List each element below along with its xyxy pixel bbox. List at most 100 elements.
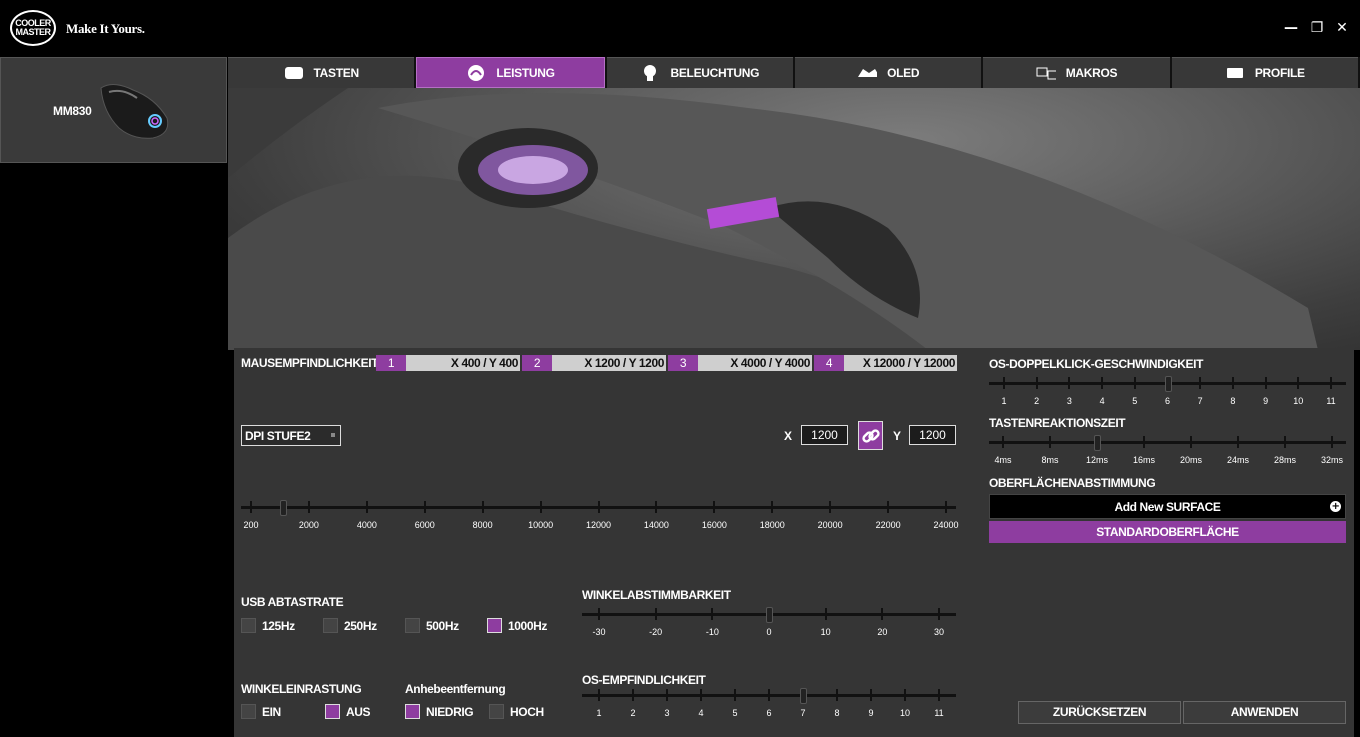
angle-snap-on-checkbox[interactable]: EIN (241, 704, 281, 719)
slider-thumb[interactable] (766, 607, 773, 623)
usb-1000hz-checkbox[interactable]: 1000Hz (487, 618, 547, 633)
slider-tick (666, 689, 668, 701)
slider-tick (1331, 436, 1333, 448)
dpi-stage-value: X 4000 / Y 4000 (730, 356, 810, 370)
dpi-slider[interactable]: 200 2000 4000 6000 8000 10000 12000 14000 16000 1… (241, 500, 959, 535)
reset-button[interactable]: ZURÜCKSETZEN (1018, 701, 1181, 724)
slider-tick-label: 2000 (298, 520, 319, 530)
slider-tick (423, 501, 426, 513)
response-time-slider[interactable]: 4ms 8ms 12ms 16ms 20ms 24ms 28ms 32ms (989, 435, 1346, 470)
restore-icon[interactable]: ❐ (1308, 19, 1326, 37)
dpi-y-input[interactable]: 1200 (909, 425, 956, 445)
tab-leistung[interactable]: LEISTUNG (416, 57, 605, 88)
angle-tuning-slider[interactable]: -30 -20 -10 0 10 20 30 (582, 607, 956, 642)
lighting-icon (640, 65, 660, 81)
slider-tick (771, 501, 774, 513)
tab-beleuchtung[interactable]: BELEUCHTUNG (606, 57, 793, 88)
close-icon[interactable]: ✕ (1333, 19, 1351, 37)
angle-snap-title: WINKELEINRASTUNG (241, 682, 362, 696)
checkbox-label: HOCH (510, 704, 544, 719)
checkbox-label: NIEDRIG (426, 704, 474, 719)
dpi-stage-1[interactable]: 1 X 400 / Y 400 (376, 355, 520, 371)
slider-tick-label: 1 (1001, 396, 1007, 406)
slider-tick (597, 501, 600, 513)
slider-tick (836, 689, 838, 701)
slider-tick (870, 689, 872, 701)
slider-tick (734, 689, 736, 701)
x-label: X (784, 429, 792, 443)
slider-thumb[interactable] (1164, 376, 1172, 392)
slider-thumb[interactable] (1094, 435, 1101, 451)
lift-off-low-checkbox[interactable]: NIEDRIG (405, 704, 474, 719)
slider-tick-label: 28ms (1273, 455, 1297, 465)
slider-tick-label: 10 (820, 627, 831, 637)
dpi-stage-3[interactable]: 3 X 4000 / Y 4000 (668, 355, 812, 371)
dpi-stage-4[interactable]: 4 X 12000 / Y 12000 (814, 355, 957, 371)
double-click-slider[interactable]: 1 2 3 4 5 6 7 8 9 10 11 (989, 376, 1346, 411)
slider-tick-label: 20 (877, 627, 888, 637)
slider-tick-label: 12000 (585, 520, 612, 530)
title-bar: COOLER MASTER Make It Yours. — ❐ ✕ (0, 0, 1360, 57)
tab-makros[interactable]: MAKROS (983, 57, 1170, 88)
tab-tasten[interactable]: TASTEN (228, 57, 415, 88)
slider-tick (1231, 377, 1234, 389)
performance-icon (466, 64, 486, 81)
slider-tick-label: 4ms (994, 455, 1012, 465)
lift-off-high-checkbox[interactable]: HOCH (489, 704, 544, 719)
slider-thumb[interactable] (800, 688, 807, 704)
angle-snap-off-checkbox[interactable]: AUS (325, 704, 371, 719)
slider-tick (1330, 377, 1332, 389)
slider-tick-label: 5 (1132, 396, 1138, 406)
mouse-hero-image (228, 88, 1360, 350)
slider-thumb[interactable] (280, 500, 288, 516)
dpi-x-input[interactable]: 1200 (801, 425, 848, 445)
dpi-stage-value: X 1200 / Y 1200 (584, 356, 664, 370)
slider-tick-label: 9 (1263, 396, 1269, 406)
slider-tick-label: 11 (1326, 396, 1336, 406)
tab-label: OLED (887, 66, 920, 80)
slider-tick-label: 7 (1197, 396, 1203, 406)
checkbox-label: EIN (262, 704, 281, 719)
device-card-mm830[interactable]: MM830 (0, 57, 227, 163)
slider-tick (632, 689, 634, 701)
slider-tick (598, 608, 600, 620)
default-surface-item[interactable]: STANDARDOBERFLÄCHE (989, 521, 1346, 543)
slider-tick-label: 2 (630, 708, 636, 718)
tagline: Make It Yours. (66, 21, 145, 36)
dpi-stage-2[interactable]: 2 X 1200 / Y 1200 (522, 355, 666, 371)
keyboard-icon (284, 65, 304, 81)
link-xy-button[interactable] (858, 421, 883, 450)
slider-tick (1143, 436, 1145, 448)
tab-oled[interactable]: OLED (794, 57, 982, 88)
checkbox-box (241, 618, 256, 633)
os-sensitivity-slider[interactable]: 1 2 3 4 5 6 7 8 9 10 11 (582, 688, 956, 723)
dropdown-arrow-icon (331, 433, 335, 437)
response-time-title: TASTENREAKTIONSZEIT (989, 416, 1126, 430)
minimize-icon[interactable]: — (1282, 19, 1300, 37)
dpi-stage-value: X 12000 / Y 12000 (862, 356, 956, 370)
slider-tick (945, 501, 947, 513)
usb-125hz-checkbox[interactable]: 125Hz (241, 618, 295, 633)
add-surface-button[interactable]: Add New SURFACE + (989, 494, 1346, 519)
usb-500hz-checkbox[interactable]: 500Hz (405, 618, 459, 633)
dpi-stage-select[interactable]: DPI STUFE2 (241, 425, 341, 446)
slider-tick (1002, 436, 1004, 448)
checkbox-label: AUS (346, 704, 371, 719)
checkbox-label: 500Hz (426, 618, 459, 633)
slider-tick-label: 5 (732, 708, 738, 718)
tab-profile[interactable]: PROFILE (1171, 57, 1358, 88)
usb-title: USB ABTASTRATE (241, 595, 344, 609)
usb-250hz-checkbox[interactable]: 250Hz (323, 618, 377, 633)
slider-tick-label: 20ms (1179, 455, 1203, 465)
slider-tick (938, 608, 940, 620)
apply-button[interactable]: ANWENDEN (1183, 701, 1346, 724)
slider-tick (365, 501, 368, 513)
checkbox-label: 1000Hz (508, 618, 547, 633)
slider-tick-label: 2 (1034, 396, 1040, 406)
slider-tick (1133, 377, 1136, 389)
slider-tick-label: 6 (766, 708, 772, 718)
slider-tick (1003, 377, 1005, 389)
slider-tick (1264, 377, 1267, 389)
dpi-stage-value: X 400 / Y 400 (450, 356, 518, 370)
dpi-stage-number: 3 (668, 355, 698, 371)
